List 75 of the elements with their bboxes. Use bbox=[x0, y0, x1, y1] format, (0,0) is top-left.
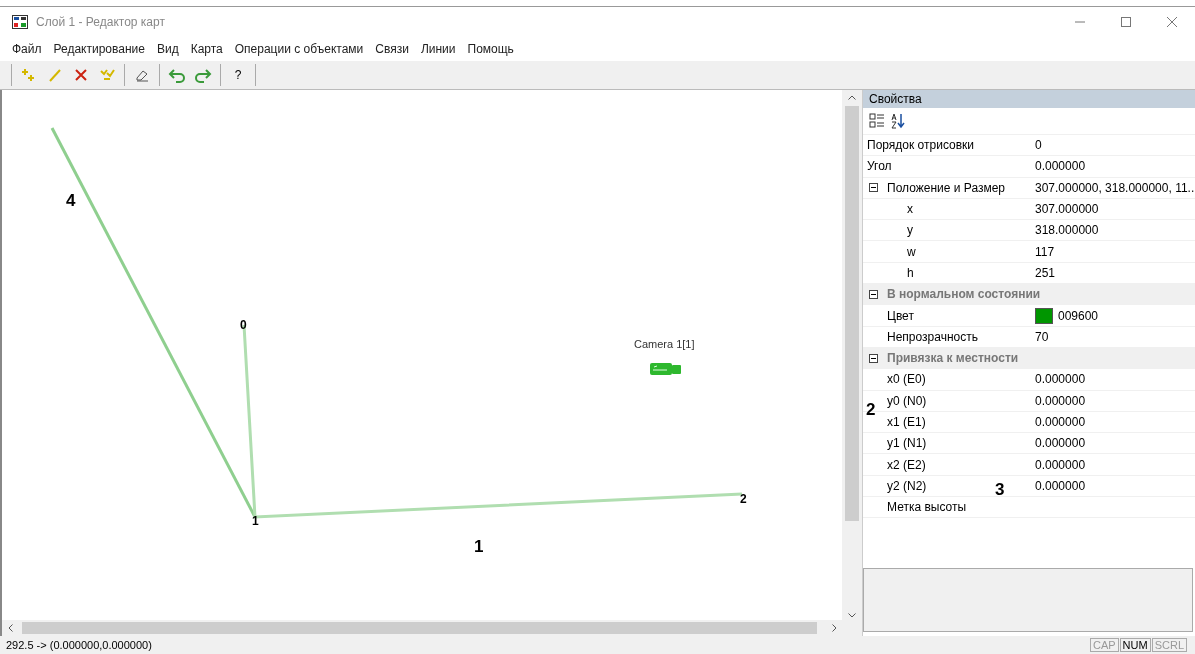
redo-icon[interactable] bbox=[194, 67, 212, 83]
property-label: Непрозрачность bbox=[887, 329, 978, 344]
node-label: 1 bbox=[252, 514, 259, 528]
property-value[interactable]: 009600 bbox=[1058, 308, 1099, 323]
delete-icon[interactable] bbox=[73, 67, 89, 83]
categorized-icon[interactable] bbox=[869, 113, 885, 129]
property-value[interactable]: 0.000000 bbox=[1035, 372, 1086, 387]
status-text: 292.5 -> (0.000000,0.000000) bbox=[6, 639, 152, 651]
property-value[interactable]: 0.000000 bbox=[1035, 457, 1086, 472]
property-value[interactable]: 70 bbox=[1035, 329, 1049, 344]
camera-label: Camera 1[1] bbox=[634, 338, 695, 350]
key-indicator: NUM bbox=[1119, 638, 1151, 652]
property-value[interactable]: 0.000000 bbox=[1035, 393, 1086, 408]
annotation-number: 3 bbox=[995, 480, 1005, 500]
menu-item[interactable]: Связи bbox=[369, 42, 415, 56]
collapse-icon[interactable] bbox=[868, 353, 878, 363]
property-label: Положение и Размер bbox=[887, 180, 1006, 195]
scroll-up-icon[interactable] bbox=[848, 95, 856, 100]
app-icon bbox=[12, 15, 28, 29]
help-button[interactable]: ? bbox=[226, 64, 250, 86]
property-label: Метка высоты bbox=[887, 500, 967, 515]
property-value[interactable]: 307.000000 bbox=[1035, 202, 1099, 217]
property-label: x2 (E2) bbox=[887, 457, 926, 472]
key-indicator: CAP bbox=[1089, 638, 1119, 652]
property-value[interactable]: 117 bbox=[1035, 244, 1055, 259]
scrollbar-thumb[interactable] bbox=[22, 622, 817, 634]
menu-item[interactable]: Файл bbox=[6, 42, 48, 56]
maximize-icon[interactable] bbox=[1121, 17, 1131, 27]
menu-item[interactable]: Помощь bbox=[461, 42, 520, 56]
scroll-left-icon[interactable] bbox=[7, 624, 13, 632]
property-value[interactable]: 0 bbox=[1035, 138, 1042, 153]
node-label: 2 bbox=[740, 492, 747, 506]
property-label: x0 (E0) bbox=[887, 372, 926, 387]
menu-item[interactable]: Операции с объектами bbox=[228, 42, 370, 56]
property-value[interactable]: 307.000000, 318.000000, 11.. bbox=[1035, 180, 1195, 195]
property-label: w bbox=[907, 244, 916, 259]
annotation-number: 2 bbox=[866, 400, 876, 420]
property-label: Цвет bbox=[887, 308, 914, 323]
panel-title: Свойства bbox=[869, 92, 922, 106]
collapse-icon[interactable] bbox=[868, 183, 878, 193]
property-value[interactable]: 0.000000 bbox=[1035, 415, 1086, 429]
menu-item[interactable]: Линии bbox=[414, 42, 462, 56]
close-icon[interactable] bbox=[1167, 17, 1177, 27]
property-label: Угол bbox=[867, 159, 892, 174]
menu-item[interactable]: Редактирование bbox=[47, 42, 151, 56]
property-label: h bbox=[907, 265, 914, 280]
property-label: Порядок отрисовки bbox=[867, 138, 974, 153]
key-indicator: SCRL bbox=[1151, 638, 1187, 652]
property-label: y2 (N2) bbox=[887, 478, 927, 493]
property-value[interactable]: 318.000000 bbox=[1035, 223, 1099, 238]
scroll-down-icon[interactable] bbox=[848, 613, 856, 618]
menu-item[interactable]: Вид bbox=[150, 42, 185, 56]
undo-icon[interactable] bbox=[168, 67, 186, 83]
window-title: Слой 1 - Редактор карт bbox=[36, 15, 165, 29]
category-label: Привязка к местности bbox=[887, 351, 1019, 366]
sort-az-icon[interactable] bbox=[891, 113, 905, 129]
check-marks-icon[interactable] bbox=[99, 67, 115, 83]
property-label: x bbox=[907, 202, 913, 217]
property-label: y bbox=[907, 223, 913, 238]
property-value[interactable]: 0.000000 bbox=[1035, 478, 1086, 493]
scroll-right-icon[interactable] bbox=[831, 624, 837, 632]
property-label: y1 (N1) bbox=[887, 436, 927, 451]
menu-item[interactable]: Карта bbox=[184, 42, 229, 56]
scrollbar-thumb[interactable] bbox=[845, 106, 859, 521]
annotation-number: 4 bbox=[66, 191, 76, 211]
category-label: В нормальном состоянии bbox=[887, 287, 1041, 302]
property-value[interactable]: 0.000000 bbox=[1035, 436, 1086, 451]
property-label: x1 (E1) bbox=[887, 415, 926, 429]
collapse-icon[interactable] bbox=[868, 289, 878, 299]
property-label: y0 (N0) bbox=[887, 393, 927, 408]
node-label: 0 bbox=[240, 318, 247, 332]
annotation-number: 1 bbox=[474, 537, 484, 557]
property-value[interactable]: 251 bbox=[1035, 265, 1056, 280]
camera-icon[interactable] bbox=[650, 362, 682, 376]
property-value[interactable]: 0.000000 bbox=[1035, 159, 1086, 174]
